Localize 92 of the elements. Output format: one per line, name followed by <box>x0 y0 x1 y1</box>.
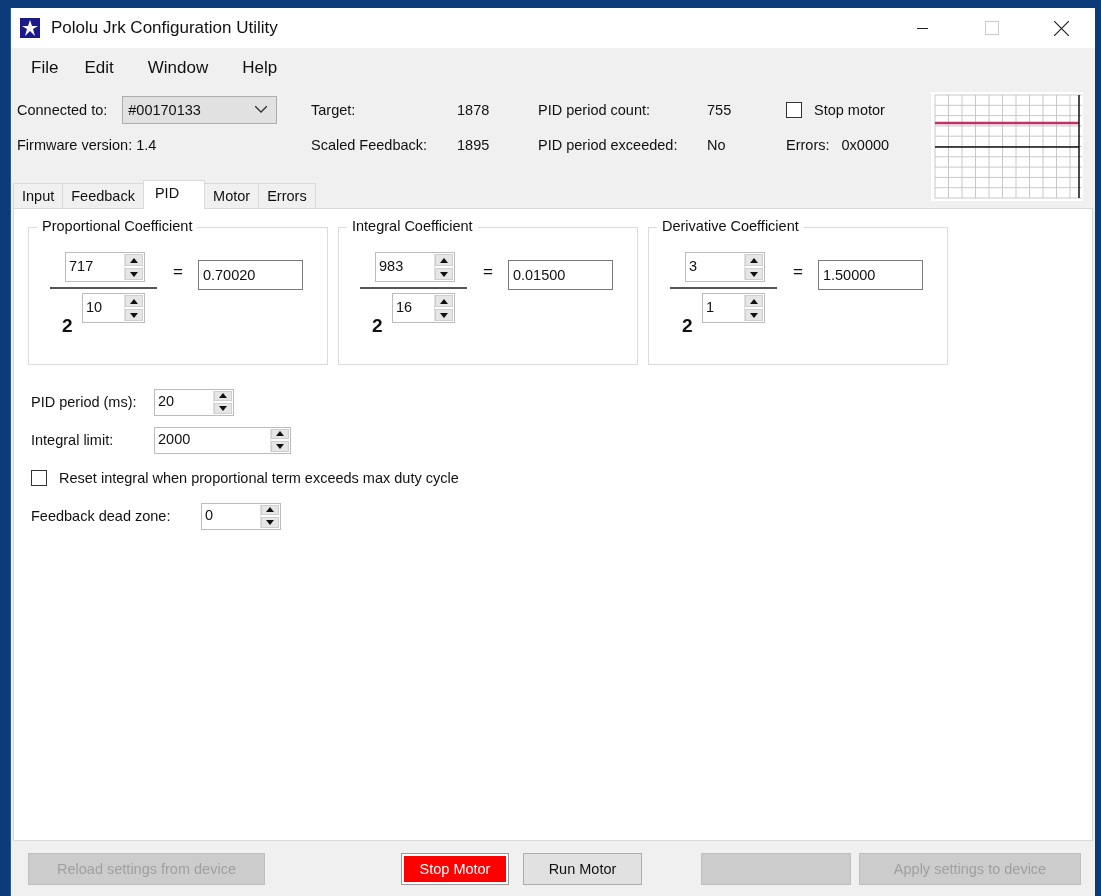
maximize-icon <box>985 21 999 35</box>
spin-down-button[interactable] <box>214 403 232 414</box>
tab[interactable]: Input <box>13 183 64 208</box>
close-icon <box>1053 20 1069 36</box>
down-arrow-icon <box>440 271 448 277</box>
menu-item[interactable]: File <box>21 58 69 78</box>
equals-sign: = <box>483 262 493 282</box>
equals-sign: = <box>793 262 803 282</box>
spin-up-button[interactable] <box>214 390 232 401</box>
spin-down-button[interactable] <box>745 268 763 280</box>
up-arrow-icon <box>750 257 758 263</box>
spin-up-button[interactable] <box>125 254 143 266</box>
readout-label: Target: <box>311 101 357 118</box>
setting-label: Integral limit: <box>31 432 115 448</box>
up-arrow-icon <box>440 257 448 263</box>
exponent-base: 2 <box>682 315 694 337</box>
result-field[interactable]: 0.01500 <box>507 260 613 290</box>
up-arrow-icon <box>219 393 227 399</box>
readout-label: Scaled Feedback: <box>311 136 429 153</box>
spin-down-button[interactable] <box>125 309 143 321</box>
spin-up-button[interactable] <box>261 504 279 515</box>
errors-value: 0x0000 <box>841 136 890 153</box>
star-logo-icon <box>20 18 40 38</box>
up-arrow-icon <box>266 507 274 513</box>
spin-up-button[interactable] <box>271 428 289 439</box>
menu-item[interactable]: Edit <box>74 58 124 78</box>
exponent-spinner[interactable]: 10 <box>82 293 145 323</box>
group-title: Proportional Coefficient <box>37 218 198 234</box>
readout-label: PID period count: <box>538 101 652 118</box>
stop-motor-button[interactable]: Stop Motor <box>401 852 509 885</box>
numerator-spinner[interactable]: 983 <box>375 252 455 282</box>
spin-down-button[interactable] <box>271 441 289 452</box>
checkbox-label: Reset integral when proportional term exceeds max duty cycle <box>59 470 459 486</box>
setting-label: PID period (ms): <box>31 394 138 410</box>
device-dropdown[interactable]: #00170133 <box>122 95 278 124</box>
exponent-base: 2 <box>372 315 384 337</box>
down-arrow-icon <box>750 312 758 318</box>
spin-up-button[interactable] <box>745 295 763 307</box>
number-spinner[interactable]: 2000 <box>154 426 291 454</box>
spin-down-button[interactable] <box>125 268 143 280</box>
stop-motor-label: Stop motor <box>814 101 885 118</box>
spin-up-button[interactable] <box>435 254 453 266</box>
errors-label: Errors: <box>786 136 830 153</box>
readout-value: 755 <box>707 101 733 118</box>
readout-value: No <box>707 136 727 153</box>
group-title: Integral Coefficient <box>347 218 478 234</box>
spin-up-button[interactable] <box>745 254 763 266</box>
spin-up-button[interactable] <box>435 295 453 307</box>
checkbox[interactable] <box>786 101 802 118</box>
down-arrow-icon <box>440 312 448 318</box>
readout-label: PID period exceeded: <box>538 136 679 153</box>
checkbox[interactable] <box>31 470 47 486</box>
number-spinner[interactable]: 0 <box>201 502 281 530</box>
spin-down-button[interactable] <box>435 309 453 321</box>
tab[interactable]: PID <box>142 180 206 209</box>
up-arrow-icon <box>276 431 284 437</box>
down-arrow-icon <box>130 312 138 318</box>
menu-item[interactable]: Window <box>137 58 219 78</box>
spin-down-button[interactable] <box>435 268 453 280</box>
result-field[interactable]: 0.70020 <box>197 260 303 290</box>
up-arrow-icon <box>130 257 138 263</box>
spin-down-button[interactable] <box>745 309 763 321</box>
exponent-spinner[interactable]: 16 <box>392 293 455 323</box>
group-title: Derivative Coefficient <box>657 218 804 234</box>
up-arrow-icon <box>130 298 138 304</box>
menu-item[interactable]: Help <box>232 58 288 78</box>
down-arrow-icon <box>750 271 758 277</box>
down-arrow-icon <box>219 405 227 411</box>
up-arrow-icon <box>750 298 758 304</box>
down-arrow-icon <box>266 519 274 525</box>
exponent-spinner[interactable]: 1 <box>702 293 765 323</box>
readout-value: 1895 <box>457 136 491 153</box>
down-arrow-icon <box>276 443 284 449</box>
exponent-base: 2 <box>62 315 74 337</box>
result-field[interactable]: 1.50000 <box>817 260 923 290</box>
window-title: Pololu Jrk Configuration Utility <box>51 18 278 38</box>
number-spinner[interactable]: 20 <box>154 388 234 416</box>
down-arrow-icon <box>130 271 138 277</box>
up-arrow-icon <box>440 298 448 304</box>
setting-label: Feedback dead zone: <box>31 508 172 524</box>
minimize-icon <box>916 27 928 29</box>
numerator-spinner[interactable]: 717 <box>65 252 145 282</box>
button[interactable]: Run Motor <box>523 852 642 885</box>
spin-down-button[interactable] <box>261 517 279 528</box>
numerator-spinner[interactable]: 3 <box>685 252 765 282</box>
spin-up-button[interactable] <box>125 295 143 307</box>
firmware-version: Firmware version: 1.4 <box>17 136 157 153</box>
chevron-down-icon <box>255 106 268 113</box>
connected-label: Connected to: <box>17 101 108 118</box>
tab[interactable]: Errors <box>258 183 316 208</box>
readout-value: 1878 <box>457 101 491 118</box>
equals-sign: = <box>173 262 183 282</box>
